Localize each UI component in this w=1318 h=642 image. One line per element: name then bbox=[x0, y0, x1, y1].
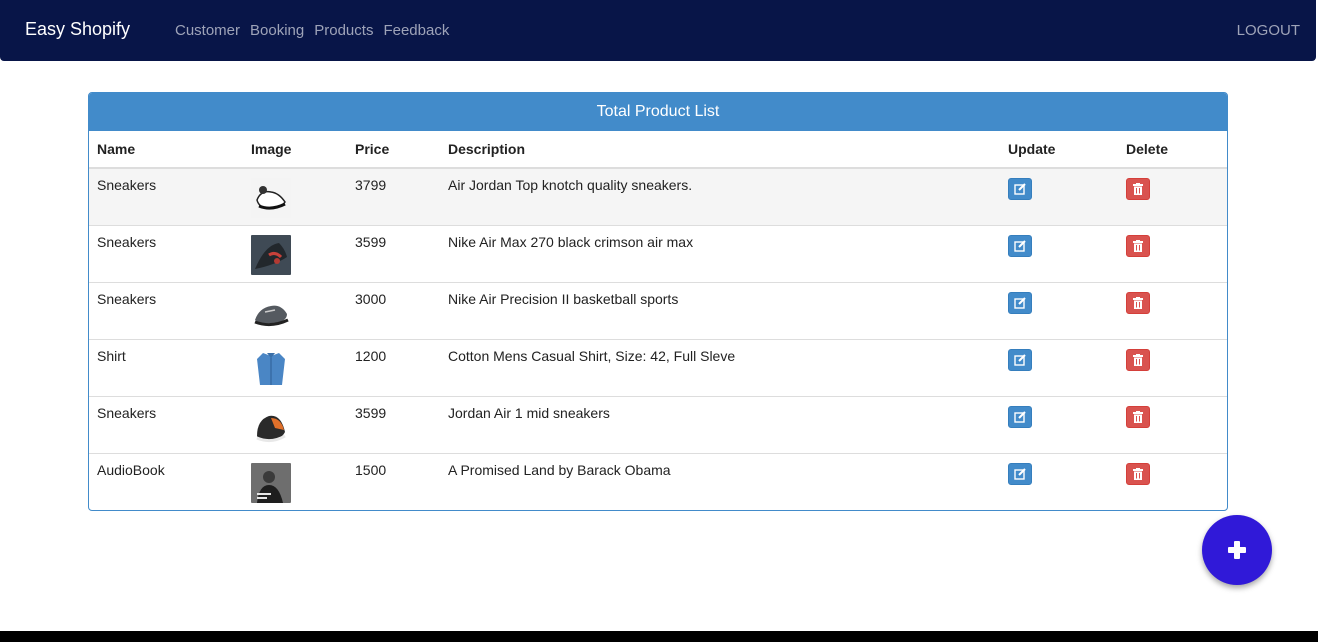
table-row: Sneakers 3000 Nike Air Precision II bask… bbox=[89, 281, 1227, 339]
edit-icon bbox=[1014, 296, 1026, 309]
product-list-panel: Total Product List Name Image Price Desc… bbox=[88, 92, 1228, 511]
edit-button[interactable] bbox=[1008, 348, 1032, 371]
edit-button[interactable] bbox=[1008, 178, 1032, 200]
delete-button[interactable] bbox=[1126, 234, 1150, 257]
top-navbar: Easy Shopify Customer Booking Products F… bbox=[0, 0, 1316, 61]
add-product-button[interactable] bbox=[1202, 515, 1272, 585]
product-description: Nike Air Max 270 black crimson air max bbox=[440, 224, 1000, 282]
product-name: Sneakers bbox=[89, 168, 243, 225]
trash-icon bbox=[1133, 410, 1143, 423]
column-header-name: Name bbox=[89, 131, 243, 169]
edit-icon bbox=[1014, 467, 1026, 480]
column-header-price: Price bbox=[347, 131, 440, 169]
product-price: 1200 bbox=[347, 338, 440, 396]
edit-button[interactable] bbox=[1008, 234, 1032, 257]
edit-button[interactable] bbox=[1008, 291, 1032, 314]
product-price: 3799 bbox=[347, 168, 440, 225]
nav-link-feedback[interactable]: Feedback bbox=[383, 22, 449, 39]
product-name: Sneakers bbox=[89, 395, 243, 453]
product-name: Sneakers bbox=[89, 224, 243, 282]
footer-bar bbox=[0, 631, 1318, 642]
book-cover-photo bbox=[251, 462, 291, 503]
brand-title[interactable]: Easy Shopify bbox=[25, 19, 130, 40]
dark-sneaker-photo bbox=[251, 234, 291, 275]
orange-sneaker-photo bbox=[251, 405, 291, 446]
product-price: 3599 bbox=[347, 395, 440, 453]
delete-button[interactable] bbox=[1126, 291, 1150, 314]
delete-button[interactable] bbox=[1126, 348, 1150, 371]
edit-icon bbox=[1014, 239, 1026, 252]
nav-link-products[interactable]: Products bbox=[314, 22, 373, 39]
product-name: AudioBook bbox=[89, 452, 243, 510]
product-price: 3000 bbox=[347, 281, 440, 339]
table-row: Sneakers 3599 Jordan Air 1 mid sneakers bbox=[89, 395, 1227, 453]
product-description: Jordan Air 1 mid sneakers bbox=[440, 395, 1000, 453]
product-name: Sneakers bbox=[89, 281, 243, 339]
column-header-update: Update bbox=[1000, 131, 1118, 169]
edit-button[interactable] bbox=[1008, 405, 1032, 428]
column-header-description: Description bbox=[440, 131, 1000, 169]
nav-links: Customer Booking Products Feedback bbox=[175, 22, 449, 39]
trash-icon bbox=[1133, 239, 1143, 252]
blue-shirt-photo bbox=[251, 348, 291, 389]
trash-icon bbox=[1133, 353, 1143, 366]
nav-link-booking[interactable]: Booking bbox=[250, 22, 304, 39]
nav-link-customer[interactable]: Customer bbox=[175, 22, 240, 39]
panel-title: Total Product List bbox=[89, 93, 1227, 131]
edit-icon bbox=[1014, 353, 1026, 366]
trash-icon bbox=[1133, 183, 1143, 195]
trash-icon bbox=[1133, 296, 1143, 309]
product-description: A Promised Land by Barack Obama bbox=[440, 452, 1000, 510]
table-row: Sneakers 3799 Air Jordan Top knotch qual… bbox=[89, 168, 1227, 225]
product-price: 3599 bbox=[347, 224, 440, 282]
edit-icon bbox=[1014, 410, 1026, 423]
delete-button[interactable] bbox=[1126, 405, 1150, 428]
table-row: Shirt 1200 Cotton Mens Casual Shirt, Siz… bbox=[89, 338, 1227, 396]
product-price: 1500 bbox=[347, 452, 440, 510]
trash-icon bbox=[1133, 467, 1143, 480]
delete-button[interactable] bbox=[1126, 462, 1150, 485]
edit-button[interactable] bbox=[1008, 462, 1032, 485]
table-row: AudioBook 1500 A Promised Land by Barack… bbox=[89, 452, 1227, 510]
table-row: Sneakers 3599 Nike Air Max 270 black cri… bbox=[89, 224, 1227, 282]
column-header-image: Image bbox=[243, 131, 347, 169]
delete-button[interactable] bbox=[1126, 178, 1150, 200]
product-name: Shirt bbox=[89, 338, 243, 396]
white-sneaker-photo bbox=[251, 178, 291, 218]
product-table: Name Image Price Description Update Dele… bbox=[89, 131, 1227, 510]
logout-link[interactable]: LOGOUT bbox=[1237, 22, 1300, 39]
plus-icon bbox=[1228, 541, 1246, 559]
column-header-delete: Delete bbox=[1118, 131, 1227, 169]
product-description: Cotton Mens Casual Shirt, Size: 42, Full… bbox=[440, 338, 1000, 396]
table-header-row: Name Image Price Description Update Dele… bbox=[89, 131, 1227, 169]
edit-icon bbox=[1014, 183, 1026, 195]
product-description: Air Jordan Top knotch quality sneakers. bbox=[440, 168, 1000, 225]
grey-sneaker-photo bbox=[251, 291, 291, 332]
product-description: Nike Air Precision II basketball sports bbox=[440, 281, 1000, 339]
